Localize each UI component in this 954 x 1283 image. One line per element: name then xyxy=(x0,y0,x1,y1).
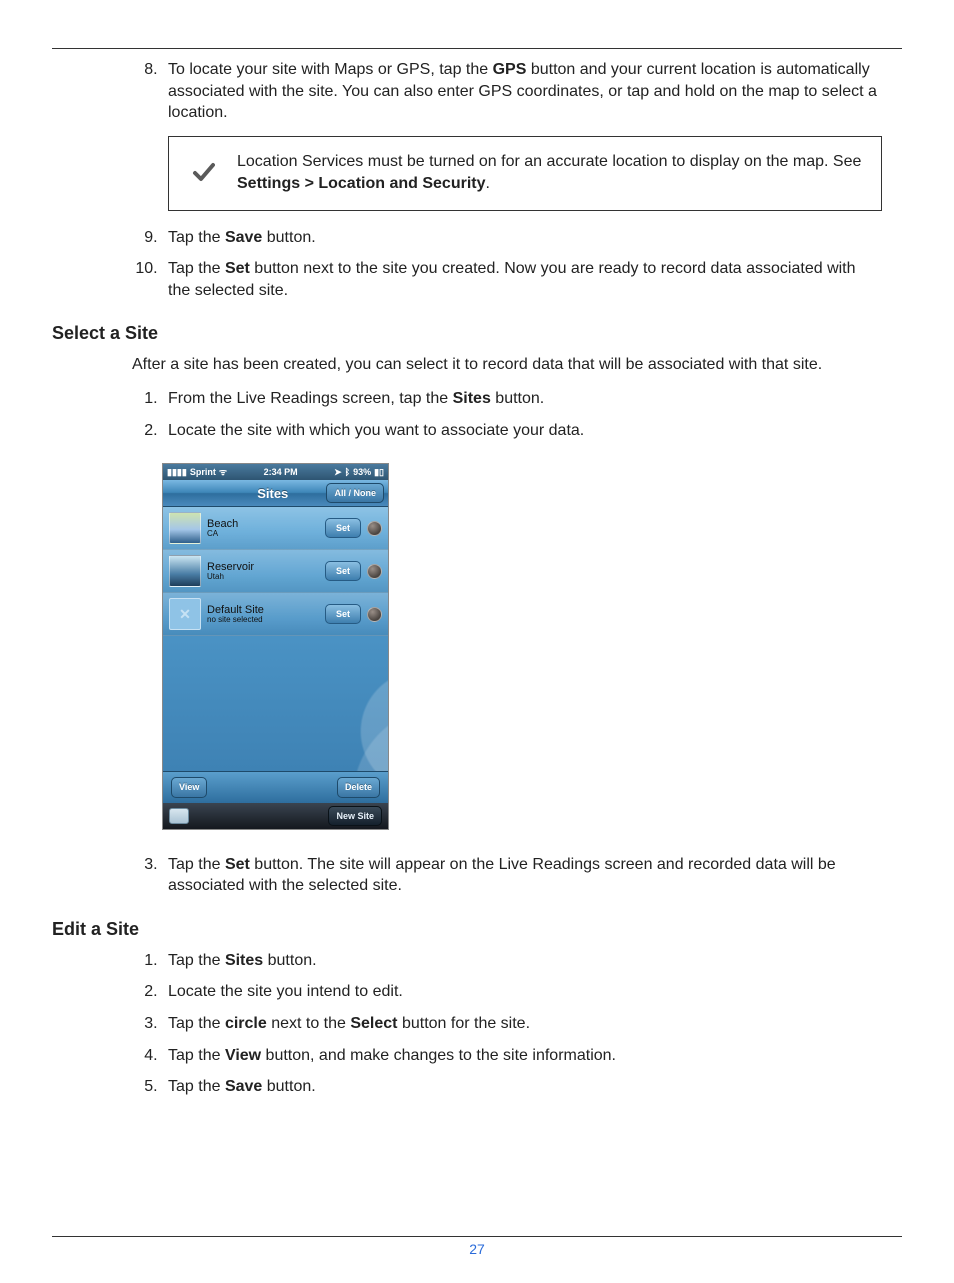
site-sub: CA xyxy=(207,530,319,539)
all-none-button[interactable]: All / None xyxy=(326,483,384,503)
thumb-reservoir xyxy=(169,555,201,587)
set-button[interactable]: Set xyxy=(325,561,361,581)
heading-select-site: Select a Site xyxy=(52,323,902,344)
site-row-beach: Beach CA Set xyxy=(163,507,388,550)
gps-bold: GPS xyxy=(493,61,527,78)
site-list: Beach CA Set Reservoir Utah Set xyxy=(163,507,388,771)
select-step-1: From the Live Readings screen, tap the S… xyxy=(162,388,882,410)
status-bar: ▮▮▮▮ Sprint ᯤ 2:34 PM ➤ ᛒ 93% ▮▯ xyxy=(163,464,388,480)
sites-toolbar: View Delete xyxy=(163,771,388,802)
thumb-default xyxy=(169,598,201,630)
delete-button[interactable]: Delete xyxy=(337,777,380,797)
carrier: Sprint xyxy=(190,466,216,478)
battery-icon: ▮▯ xyxy=(374,466,384,478)
view-button[interactable]: View xyxy=(171,777,207,797)
select-step-3: Tap the Set button. The site will appear… xyxy=(162,854,882,897)
site-row-default: Default Site no site selected Set xyxy=(163,593,388,636)
phone-screenshot: ▮▮▮▮ Sprint ᯤ 2:34 PM ➤ ᛒ 93% ▮▯ Sites xyxy=(162,463,389,830)
location-icon: ➤ xyxy=(334,466,342,478)
thumb-beach xyxy=(169,512,201,544)
page-number: 27 xyxy=(469,1241,485,1257)
battery-pct: 93% xyxy=(353,466,371,478)
readings-button[interactable] xyxy=(169,808,189,824)
nav-bar: Sites All / None xyxy=(163,480,388,507)
bottom-bar: New Site xyxy=(163,803,388,829)
step-10: Tap the Set button next to the site you … xyxy=(162,258,882,301)
set-button[interactable]: Set xyxy=(325,604,361,624)
page-footer: 27 xyxy=(52,1236,902,1259)
signal-icon: ▮▮▮▮ xyxy=(167,466,187,478)
set-button[interactable]: Set xyxy=(325,518,361,538)
select-step-2: Locate the site with which you want to a… xyxy=(162,420,882,442)
bluetooth-icon: ᛒ xyxy=(345,466,350,478)
edit-step-5: Tap the Save button. xyxy=(162,1076,882,1098)
new-site-button[interactable]: New Site xyxy=(328,806,382,826)
nav-title: Sites xyxy=(257,485,288,503)
heading-edit-site: Edit a Site xyxy=(52,919,902,940)
text: To locate your site with Maps or GPS, ta… xyxy=(168,61,493,78)
select-circle[interactable] xyxy=(367,521,382,536)
step-9: Tap the Save button. xyxy=(162,227,882,249)
status-time: 2:34 PM xyxy=(264,466,298,478)
step-8: To locate your site with Maps or GPS, ta… xyxy=(162,59,882,211)
edit-step-1: Tap the Sites button. xyxy=(162,950,882,972)
site-name: Beach xyxy=(207,518,319,530)
wifi-icon: ᯤ xyxy=(219,466,227,478)
edit-step-3: Tap the circle next to the Select button… xyxy=(162,1013,882,1035)
select-circle[interactable] xyxy=(367,564,382,579)
site-sub: Utah xyxy=(207,573,319,582)
select-circle[interactable] xyxy=(367,607,382,622)
site-row-reservoir: Reservoir Utah Set xyxy=(163,550,388,593)
select-intro: After a site has been created, you can s… xyxy=(132,354,882,376)
edit-step-2: Locate the site you intend to edit. xyxy=(162,981,882,1003)
note-text: Location Services must be turned on for … xyxy=(237,151,869,196)
edit-step-4: Tap the View button, and make changes to… xyxy=(162,1045,882,1067)
note-callout: Location Services must be turned on for … xyxy=(168,136,882,211)
checkmark-icon xyxy=(191,161,215,185)
site-sub: no site selected xyxy=(207,616,319,625)
